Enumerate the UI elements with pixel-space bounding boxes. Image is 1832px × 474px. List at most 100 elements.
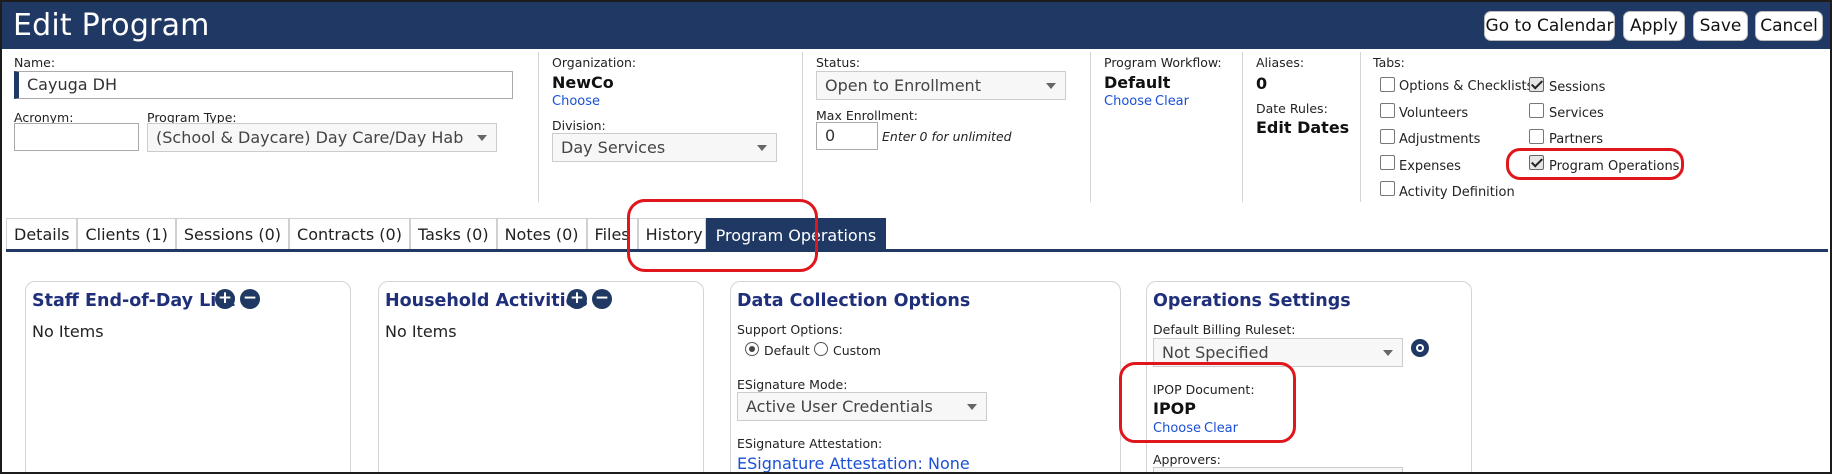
divider bbox=[538, 52, 539, 202]
date-rules-link[interactable]: Edit Dates bbox=[1256, 118, 1349, 137]
sessions-label: Sessions bbox=[1549, 80, 1606, 95]
tab-strip: Details Clients (1) Sessions (0) Contrac… bbox=[6, 218, 887, 251]
billing-ruleset-value: Not Specified bbox=[1162, 343, 1269, 362]
operations-settings-title: Operations Settings bbox=[1153, 291, 1351, 311]
workflow-choose-link[interactable]: Choose bbox=[1104, 94, 1152, 109]
tab-contracts[interactable]: Contracts (0) bbox=[289, 218, 410, 250]
tab-tasks[interactable]: Tasks (0) bbox=[409, 218, 497, 250]
household-activities-panel: Household Activities + − No Items bbox=[378, 281, 704, 472]
tab-files[interactable]: Files bbox=[586, 218, 638, 250]
staff-eod-panel: Staff End-of-Day List + − No Items bbox=[25, 281, 351, 472]
esignature-mode-label: ESignature Mode: bbox=[737, 377, 848, 392]
divider bbox=[802, 52, 803, 202]
aliases-value: 0 bbox=[1256, 74, 1268, 93]
chevron-down-icon bbox=[967, 404, 977, 410]
support-default-label: Default bbox=[764, 343, 810, 358]
organization-choose-link[interactable]: Choose bbox=[552, 94, 600, 109]
divider bbox=[1242, 52, 1243, 202]
sessions-checkbox[interactable] bbox=[1529, 77, 1544, 92]
adjustments-checkbox[interactable] bbox=[1380, 129, 1395, 144]
data-collection-title: Data Collection Options bbox=[737, 291, 971, 311]
organization-value: NewCo bbox=[552, 73, 614, 92]
approvers-select[interactable] bbox=[1153, 467, 1403, 472]
tab-details[interactable]: Details bbox=[6, 218, 78, 250]
expenses-label: Expenses bbox=[1399, 159, 1461, 174]
remove-icon[interactable]: − bbox=[592, 289, 612, 309]
name-label: Name: bbox=[14, 55, 56, 70]
adjustments-label: Adjustments bbox=[1399, 132, 1481, 147]
activity-definition-checkbox[interactable] bbox=[1380, 181, 1395, 196]
services-checkbox[interactable] bbox=[1529, 103, 1544, 118]
remove-icon[interactable]: − bbox=[240, 289, 260, 309]
household-activities-empty: No Items bbox=[385, 322, 457, 341]
tab-notes[interactable]: Notes (0) bbox=[496, 218, 587, 250]
max-enrollment-hint: Enter 0 for unlimited bbox=[882, 129, 1012, 144]
go-to-calendar-button[interactable]: Go to Calendar bbox=[1484, 11, 1615, 41]
add-icon[interactable]: + bbox=[567, 289, 587, 309]
header-bar: Edit Program Go to Calendar Apply Save C… bbox=[2, 2, 1830, 49]
apply-button[interactable]: Apply bbox=[1623, 11, 1685, 41]
esignature-attestation-link[interactable]: ESignature Attestation: None bbox=[737, 454, 970, 472]
status-label: Status: bbox=[816, 55, 861, 70]
tab-sessions[interactable]: Sessions (0) bbox=[175, 218, 290, 250]
ipop-document-value: IPOP bbox=[1153, 399, 1197, 418]
tab-underline bbox=[6, 249, 1828, 252]
options-checklists-label: Options & Checklists bbox=[1399, 79, 1534, 94]
divider bbox=[1090, 52, 1091, 202]
volunteers-label: Volunteers bbox=[1399, 106, 1469, 121]
staff-eod-empty: No Items bbox=[32, 322, 104, 341]
program-type-value: (School & Daycare) Day Care/Day Hab bbox=[156, 128, 464, 147]
ipop-clear-link[interactable]: Clear bbox=[1204, 421, 1238, 436]
max-enrollment-label: Max Enrollment: bbox=[816, 108, 918, 123]
chevron-down-icon bbox=[1046, 83, 1056, 89]
divider bbox=[1360, 52, 1361, 202]
tab-clients[interactable]: Clients (1) bbox=[77, 218, 176, 250]
options-checklists-checkbox[interactable] bbox=[1380, 77, 1395, 92]
division-label: Division: bbox=[552, 118, 606, 133]
support-custom-label: Custom bbox=[833, 343, 881, 358]
gear-icon[interactable] bbox=[1410, 338, 1430, 358]
ipop-choose-link[interactable]: Choose bbox=[1153, 421, 1201, 436]
chevron-down-icon bbox=[757, 145, 767, 151]
billing-ruleset-label: Default Billing Ruleset: bbox=[1153, 322, 1296, 337]
division-value: Day Services bbox=[561, 138, 666, 157]
tab-program-operations[interactable]: Program Operations bbox=[705, 218, 887, 251]
workflow-clear-link[interactable]: Clear bbox=[1155, 94, 1189, 109]
data-collection-panel: Data Collection Options Support Options:… bbox=[730, 281, 1121, 472]
ipop-document-label: IPOP Document: bbox=[1153, 382, 1255, 397]
date-rules-label: Date Rules: bbox=[1256, 101, 1328, 116]
add-icon[interactable]: + bbox=[215, 289, 235, 309]
max-enrollment-input[interactable]: 0 bbox=[816, 122, 878, 150]
esignature-mode-select[interactable]: Active User Credentials bbox=[737, 392, 987, 421]
app-window: Edit Program Go to Calendar Apply Save C… bbox=[0, 0, 1832, 474]
save-button[interactable]: Save bbox=[1693, 11, 1748, 41]
organization-label: Organization: bbox=[552, 55, 637, 70]
chevron-down-icon bbox=[1383, 350, 1393, 356]
workflow-value: Default bbox=[1104, 73, 1171, 92]
billing-ruleset-select[interactable]: Not Specified bbox=[1153, 338, 1403, 367]
staff-eod-title: Staff End-of-Day List bbox=[32, 291, 236, 311]
division-select[interactable]: Day Services bbox=[552, 133, 777, 162]
approvers-label: Approvers: bbox=[1153, 452, 1221, 467]
support-custom-radio[interactable] bbox=[814, 342, 828, 356]
support-default-radio[interactable] bbox=[745, 342, 759, 356]
partners-checkbox[interactable] bbox=[1529, 129, 1544, 144]
partners-label: Partners bbox=[1549, 132, 1604, 147]
name-input[interactable]: Cayuga DH bbox=[14, 71, 513, 99]
program-type-select[interactable]: (School & Daycare) Day Care/Day Hab bbox=[147, 123, 497, 152]
acronym-input[interactable] bbox=[14, 123, 139, 151]
cancel-button[interactable]: Cancel bbox=[1755, 11, 1823, 41]
status-select[interactable]: Open to Enrollment bbox=[816, 71, 1066, 100]
activity-definition-label: Activity Definition bbox=[1399, 185, 1515, 200]
aliases-label: Aliases: bbox=[1256, 55, 1305, 70]
program-operations-checkbox[interactable] bbox=[1529, 155, 1544, 170]
esignature-attestation-label: ESignature Attestation: bbox=[737, 436, 883, 451]
tabs-options-label: Tabs: bbox=[1373, 55, 1405, 70]
workflow-label: Program Workflow: bbox=[1104, 55, 1222, 70]
volunteers-checkbox[interactable] bbox=[1380, 103, 1395, 118]
tab-history[interactable]: History bbox=[637, 218, 706, 250]
expenses-checkbox[interactable] bbox=[1380, 155, 1395, 170]
status-value: Open to Enrollment bbox=[825, 76, 981, 95]
support-options-label: Support Options: bbox=[737, 322, 843, 337]
program-operations-label: Program Operations bbox=[1549, 159, 1680, 174]
